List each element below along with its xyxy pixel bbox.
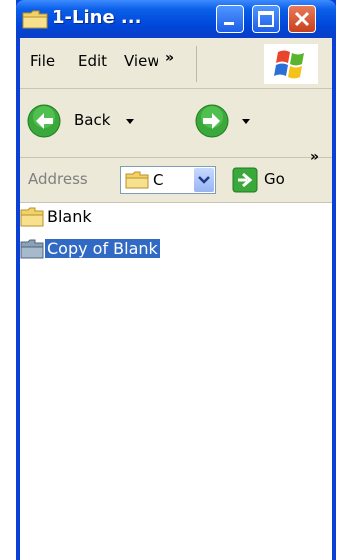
menu-file[interactable]: File [30,52,55,70]
go-button[interactable]: Go [232,166,312,194]
chevron-down-icon [198,176,210,184]
close-icon [294,11,310,27]
title-bar[interactable]: 1-Line ... [16,0,336,38]
file-list-pane[interactable]: Blank Copy of Blank [20,203,332,560]
file-name: Blank [47,207,92,226]
back-dropdown-arrow-icon[interactable] [126,119,134,124]
toolbar: Back » [20,89,332,165]
minimize-icon [224,22,234,25]
maximize-button[interactable] [252,5,280,33]
folder-icon [125,171,149,189]
forward-button[interactable] [194,103,266,139]
windows-logo-icon [264,44,318,84]
back-label: Back [74,111,111,129]
menubar-divider [196,46,197,82]
back-arrow-icon [27,104,61,138]
folder-icon [22,10,48,29]
menu-edit[interactable]: Edit [78,52,107,70]
file-name: Copy of Blank [45,239,160,258]
menu-view[interactable]: View [124,52,158,70]
forward-dropdown-arrow-icon[interactable] [242,119,250,124]
go-arrow-icon [232,167,258,193]
address-dropdown-button[interactable] [194,168,214,192]
menu-overflow-chevron[interactable]: » [165,50,174,66]
folder-icon [20,207,44,227]
menu-bar: File Edit View » [20,38,332,89]
address-bar: Address C Go [20,158,332,203]
list-item-selected[interactable]: Copy of Blank [20,237,220,263]
maximize-icon [258,11,274,27]
list-item[interactable]: Blank [20,205,140,231]
address-label: Address [28,170,88,188]
minimize-button[interactable] [216,5,244,33]
back-button[interactable]: Back [26,103,146,139]
address-combobox[interactable]: C [120,166,216,194]
explorer-window: 1-Line ... File Edit View » Back » Addre… [16,0,336,560]
address-value[interactable]: C [153,171,163,189]
window-title: 1-Line ... [52,7,142,28]
go-label: Go [264,170,285,188]
forward-arrow-icon [195,104,229,138]
close-button[interactable] [288,5,316,33]
folder-icon [20,239,44,259]
client-area: File Edit View » Back » Address C Go Bla… [20,38,332,560]
